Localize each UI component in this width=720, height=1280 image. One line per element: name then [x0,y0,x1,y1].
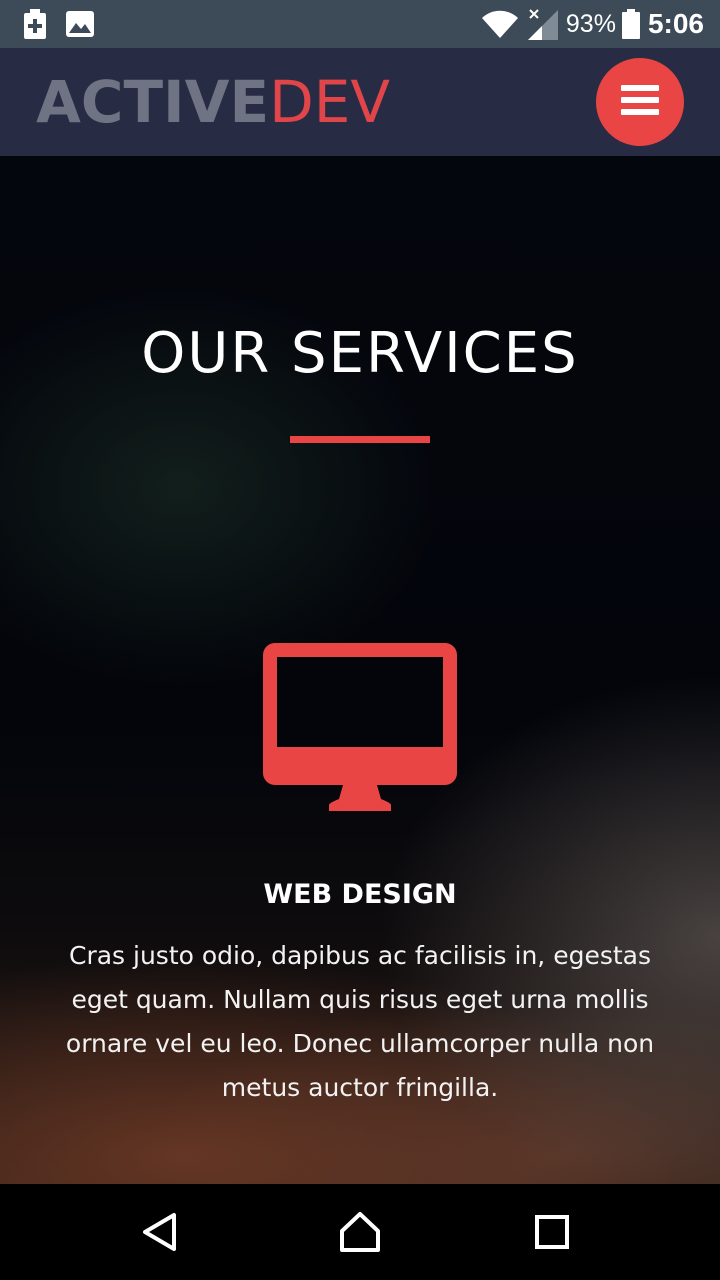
battery-icon [621,9,640,39]
back-button[interactable] [138,1212,182,1256]
recents-button[interactable] [530,1212,574,1256]
home-icon [338,1211,382,1257]
home-button[interactable] [338,1212,382,1256]
battery-percent: 93% [565,9,616,38]
back-icon [140,1212,180,1256]
monitor-icon [263,643,457,815]
status-right: 93% 5:06 [481,8,720,40]
wifi-icon [481,10,518,38]
title-divider [290,436,430,443]
gallery-icon [66,11,94,37]
status-bar: 93% 5:06 [0,0,720,48]
hamburger-icon [621,85,659,119]
service-title: WEB DESIGN [263,879,457,910]
logo-part-dev: DEV [269,68,391,136]
status-left [0,9,94,39]
menu-button[interactable] [596,58,684,146]
logo[interactable]: ACTIVEDEV [36,70,390,134]
section-title: OUR SERVICES [141,321,579,386]
service-description: Cras justo odio, dapibus ac facilisis in… [65,941,655,1102]
clock: 5:06 [647,8,704,39]
app-header: ACTIVEDEV [0,48,720,156]
services-section: OUR SERVICES WEB DESIGN Cras justo odio,… [0,156,720,1184]
navigation-bar [0,1184,720,1280]
recents-icon [534,1214,570,1254]
cell-signal-icon [527,8,558,40]
battery-saver-icon [24,9,46,39]
logo-part-active: ACTIVE [36,68,270,136]
